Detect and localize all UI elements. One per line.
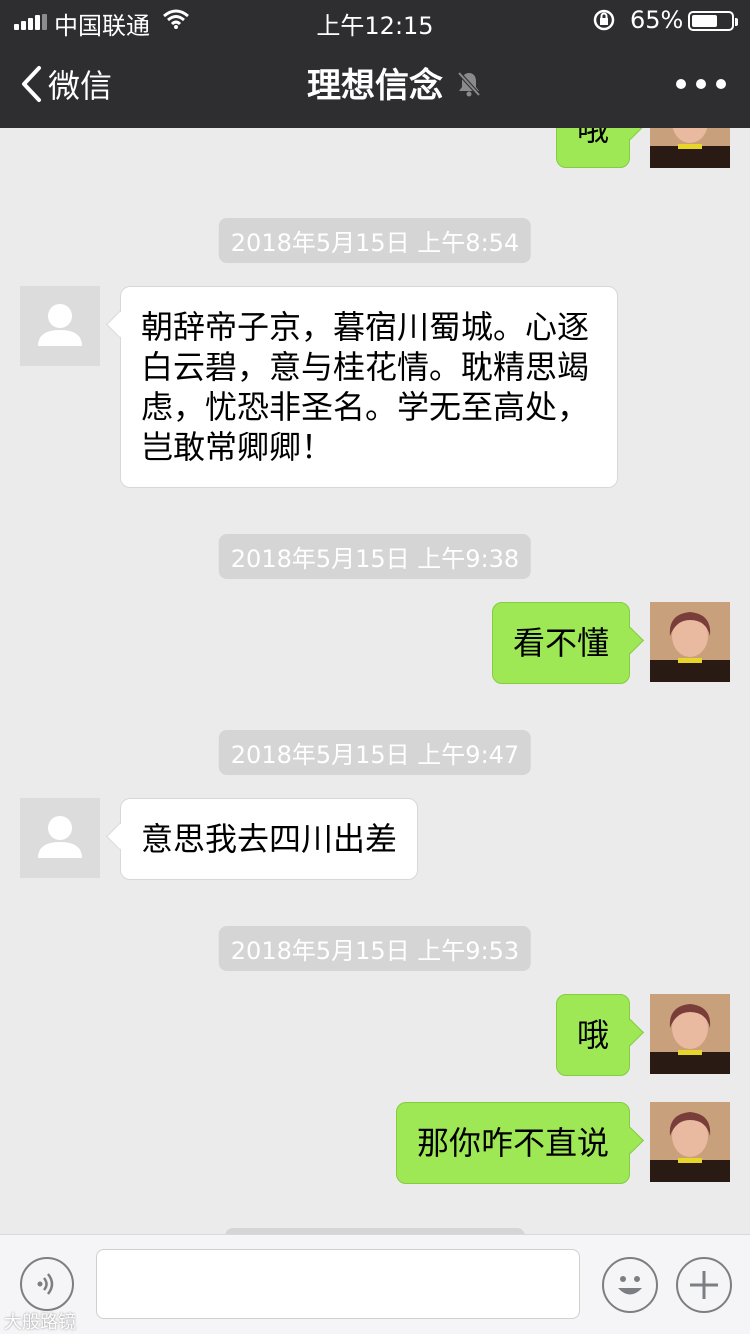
message-text: 哦 [576, 1016, 609, 1054]
message-bubble-sent[interactable]: 那你咋不直说 [395, 1102, 630, 1184]
avatar-me[interactable] [650, 994, 730, 1074]
message-bubble-sent[interactable]: 哦 [555, 994, 630, 1076]
message-text: 哦 [576, 128, 609, 148]
message-text: 看不懂 [512, 624, 609, 662]
input-bar [0, 1234, 750, 1334]
message-bubble-received[interactable]: 朝辞帝子京，暮宿川蜀城。心逐白云碧，意与桂花情。耽精思竭虑，忧恐非圣名。学无至高… [120, 286, 618, 488]
back-button[interactable]: 微信 [20, 62, 112, 106]
status-bar: 中国联通 上午12:15 65% [0, 0, 750, 40]
chat-title-container: 理想信念 [0, 58, 750, 107]
message-text: 那你咋不直说 [416, 1124, 609, 1162]
timestamp: 2018年5月15日 上午8:54 [218, 218, 532, 263]
message-input[interactable] [96, 1249, 580, 1319]
user-photo-icon [650, 1102, 730, 1182]
more-dot [676, 79, 686, 89]
chevron-left-icon [22, 66, 41, 102]
timestamp: 2018年5月15日 上午9:38 [218, 534, 532, 579]
mute-bell-icon [457, 71, 481, 97]
avatar-contact[interactable] [20, 286, 100, 366]
message-bubble-received[interactable]: 意思我去四川出差 [120, 798, 419, 880]
timestamp: 2018年5月15日 上午9:53 [218, 926, 532, 971]
battery-percent: 65% [630, 6, 684, 34]
avatar-me[interactable] [650, 602, 730, 682]
user-photo-icon [650, 994, 730, 1074]
message-bubble-sent[interactable]: 看不懂 [491, 602, 630, 684]
back-label: 微信 [48, 67, 113, 105]
rotation-lock-icon [593, 9, 615, 31]
avatar-me[interactable] [650, 1102, 730, 1182]
message-text: 朝辞帝子京，暮宿川蜀城。心逐白云碧，意与桂花情。耽精思竭虑，忧恐非圣名。学无至高… [141, 308, 590, 466]
voice-icon [37, 1273, 54, 1295]
avatar-contact[interactable] [20, 798, 100, 878]
avatar-me[interactable] [650, 128, 730, 168]
plus-icon [690, 1271, 718, 1299]
chat-area[interactable]: 哦 2018年5月15日 上午8:54 朝辞帝子京，暮宿川蜀城。心逐白云碧，意与… [0, 128, 750, 1234]
more-dot [696, 79, 706, 89]
voice-button[interactable] [20, 1257, 74, 1311]
user-photo-icon [650, 602, 730, 682]
more-button[interactable] [676, 62, 726, 106]
more-dot [716, 79, 726, 89]
message-text: 意思我去四川出差 [141, 820, 398, 858]
user-photo-icon [650, 128, 730, 168]
emoji-button[interactable] [602, 1257, 658, 1313]
timestamp: 2018年5月15日 上午9:47 [218, 730, 532, 775]
plus-button[interactable] [676, 1257, 732, 1313]
default-person-icon [38, 816, 82, 858]
default-person-icon [38, 304, 82, 346]
battery-icon [688, 11, 738, 31]
watermark: 大般路镜 [4, 1312, 76, 1333]
nav-header: 中国联通 上午12:15 65% 微信 理想信念 [0, 0, 750, 128]
message-bubble-sent[interactable]: 哦 [555, 128, 630, 168]
emoji-icon [618, 1276, 642, 1295]
chat-title: 理想信念 [307, 66, 443, 106]
